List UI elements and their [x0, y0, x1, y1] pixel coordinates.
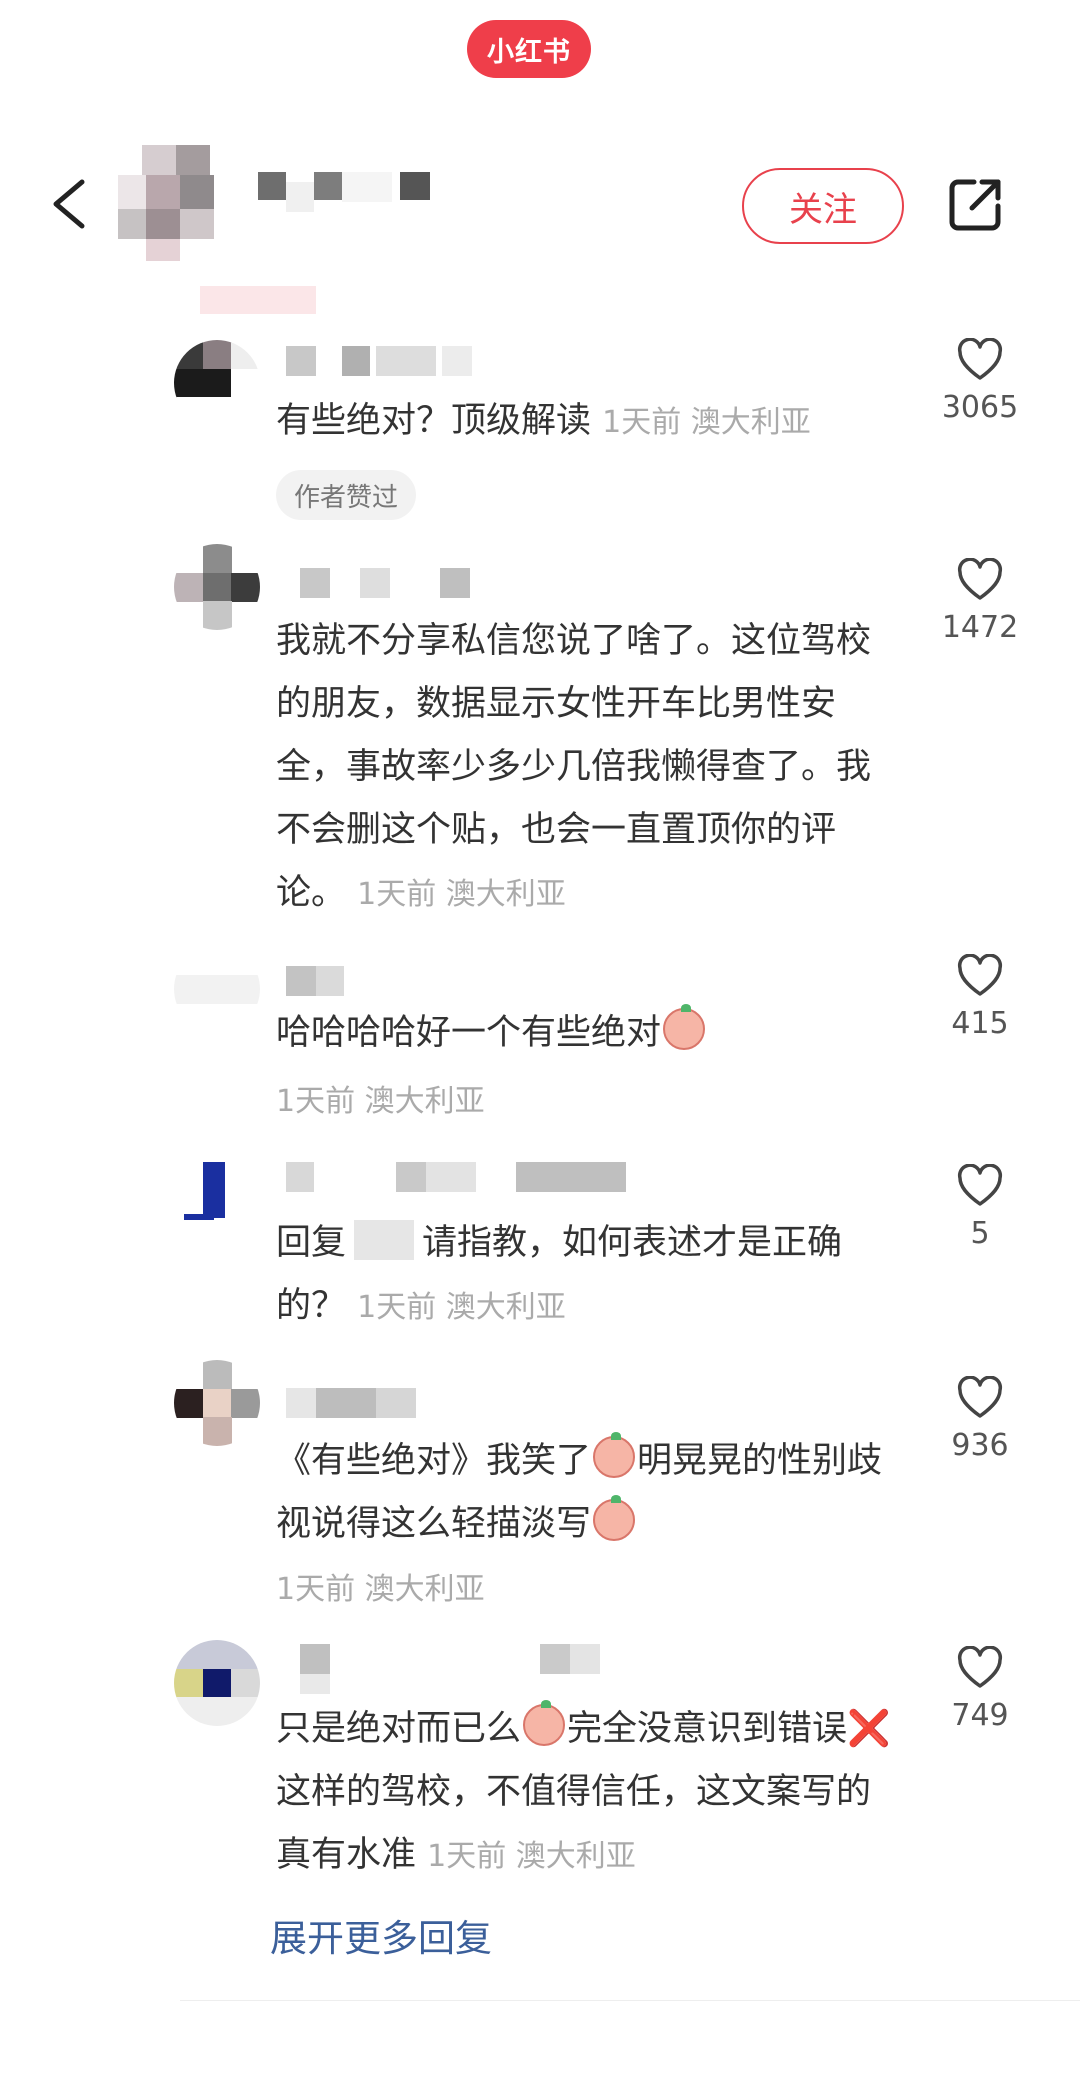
comment-username-blurred[interactable]	[300, 568, 520, 598]
like-count: 1472	[941, 610, 1019, 645]
comment-username-blurred[interactable]	[300, 1644, 600, 1694]
comment-text: 有些绝对？顶级解读 1天前 澳大利亚	[276, 401, 811, 441]
comment-text: 我就不分享私信您说了啥了。这位驾校的朋友，数据显示女性开车比男性安全，事故率少多…	[276, 621, 872, 913]
comment-avatar[interactable]	[174, 1360, 260, 1446]
share-icon[interactable]	[946, 176, 1004, 234]
peach-emoji-icon	[593, 1432, 636, 1478]
heart-icon[interactable]	[956, 1164, 1004, 1208]
author-name-blurred	[258, 172, 438, 232]
author-avatar[interactable]	[118, 145, 234, 261]
comment-meta: 1天前 澳大利亚	[357, 1290, 566, 1325]
like-button[interactable]: 936	[940, 1376, 1020, 1463]
back-chevron-icon[interactable]	[48, 176, 92, 232]
peach-emoji-icon	[663, 1004, 706, 1050]
comment-avatar[interactable]	[174, 1640, 260, 1726]
cross-mark-icon: ❌	[847, 1709, 891, 1749]
peach-emoji-icon	[593, 1495, 636, 1541]
crying-emoji-icon	[523, 1700, 566, 1746]
xiaohongshu-watermark: 小红书	[467, 20, 591, 78]
comment-text: 《有些绝对》我笑了 明晃晃的性别歧视说得这么轻描淡写	[276, 1430, 896, 1556]
author-liked-badge: 作者赞过	[276, 470, 417, 520]
like-count: 749	[951, 1698, 1009, 1733]
like-count: 3065	[941, 390, 1019, 425]
mentioned-user-blurred[interactable]	[354, 1220, 415, 1260]
author-tag-blurred	[200, 286, 316, 314]
like-button[interactable]: 1472	[940, 558, 1020, 645]
comment-avatar[interactable]	[174, 946, 260, 1032]
like-button[interactable]: 5	[940, 1164, 1020, 1251]
heart-icon[interactable]	[956, 1376, 1004, 1420]
comment-avatar[interactable]	[174, 340, 260, 426]
heart-icon[interactable]	[956, 1646, 1004, 1690]
comment-username-blurred[interactable]	[286, 1162, 626, 1192]
like-button[interactable]: 749	[940, 1646, 1020, 1733]
comment-meta: 1天前 澳大利亚	[357, 877, 566, 912]
comment-meta: 1天前 澳大利亚	[427, 1839, 636, 1874]
comment-username-blurred[interactable]	[286, 966, 346, 996]
like-button[interactable]: 3065	[940, 338, 1020, 425]
comment-avatar[interactable]	[174, 1154, 260, 1240]
comment-text: 哈哈哈哈好一个有些绝对	[276, 1002, 916, 1065]
follow-button[interactable]: 关注	[742, 168, 904, 244]
comment-meta: 1天前 澳大利亚	[276, 1084, 485, 1119]
comment-username-blurred[interactable]	[286, 1388, 436, 1418]
comment-avatar[interactable]	[174, 544, 260, 630]
comment-username-blurred[interactable]	[286, 346, 516, 376]
heart-icon[interactable]	[956, 954, 1004, 998]
comment-text: 回复 请指教，如何表述才是正确的？ 1天前 澳大利亚	[276, 1212, 896, 1339]
comment-meta: 1天前 澳大利亚	[602, 405, 811, 440]
like-count: 936	[951, 1428, 1009, 1463]
heart-icon[interactable]	[956, 558, 1004, 602]
divider	[180, 2000, 1080, 2001]
heart-icon[interactable]	[956, 338, 1004, 382]
like-count: 415	[951, 1006, 1009, 1041]
like-count: 5	[970, 1216, 990, 1251]
like-button[interactable]: 415	[940, 954, 1020, 1041]
comment-meta: 1天前 澳大利亚	[276, 1572, 485, 1607]
expand-more-replies-link[interactable]: 展开更多回复	[270, 1908, 492, 1962]
comment-text: 只是绝对而已么 完全没意识到错误❌这样的驾校，不值得信任，这文案写的真有水准 1天…	[276, 1698, 896, 1888]
